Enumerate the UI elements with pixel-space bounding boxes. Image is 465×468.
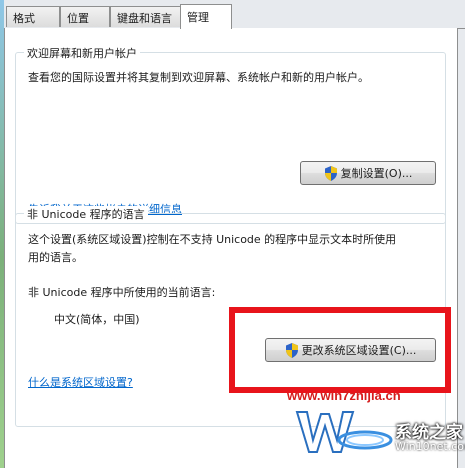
tab-administrative[interactable]: 管理 [180, 4, 232, 29]
welcome-description: 查看您的国际设置并将其复制到欢迎屏幕、系统帐户和新的用户帐户。 [28, 71, 369, 84]
tab-keyboard-language[interactable]: 键盘和语言 [110, 6, 181, 27]
change-system-locale-button-label: 更改系统区域设置(C)... [301, 344, 417, 357]
current-language-value: 中文(简体，中国) [54, 313, 140, 326]
tab-format-label: 格式 [13, 12, 35, 25]
watermark-url: www.win7zhijia.cn [287, 388, 401, 403]
tab-location[interactable]: 位置 [60, 6, 110, 27]
unicode-description-line1: 这个设置(系统区域设置)控制在不支持 Unicode 的程序中显示文本时所使用 [28, 233, 397, 246]
uac-shield-icon [324, 165, 337, 181]
uac-shield-icon [285, 342, 298, 358]
watermark-site: Win10net.com [395, 440, 465, 453]
tab-strip: 格式 位置 键盘和语言 管理 [4, 0, 465, 29]
welcome-group-title: 欢迎屏幕和新用户帐户 [24, 45, 140, 61]
watermark: www.win7zhijia.cn 系统之家 Win10net.com [225, 388, 465, 468]
what-is-system-locale-link[interactable]: 什么是系统区域设置? [28, 374, 133, 390]
welcome-group: 欢迎屏幕和新用户帐户 查看您的国际设置并将其复制到欢迎屏幕、系统帐户和新的用户帐… [15, 45, 446, 224]
tab-format[interactable]: 格式 [6, 6, 60, 27]
unicode-group-title: 非 Unicode 程序的语言 [24, 206, 148, 222]
unicode-description-line2: 用的语言。 [28, 251, 83, 264]
current-language-label: 非 Unicode 程序中所使用的当前语言: [28, 286, 216, 299]
tab-keyboard-language-label: 键盘和语言 [117, 12, 172, 25]
tab-administrative-label: 管理 [187, 11, 209, 24]
copy-settings-button[interactable]: 复制设置(O)... [300, 161, 436, 185]
change-system-locale-button[interactable]: 更改系统区域设置(C)... [265, 338, 436, 362]
win-logo-icon [295, 411, 393, 453]
tab-location-label: 位置 [67, 12, 89, 25]
copy-settings-button-label: 复制设置(O)... [340, 167, 413, 180]
